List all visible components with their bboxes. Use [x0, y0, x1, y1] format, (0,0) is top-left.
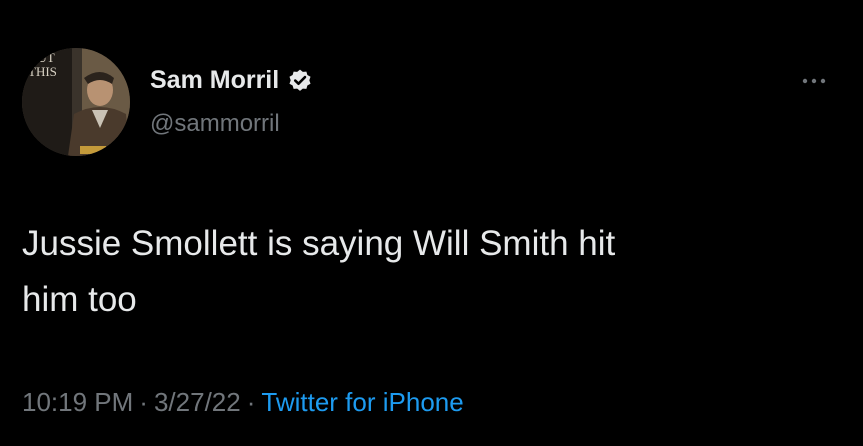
- author-avatar[interactable]: OUT THIS: [22, 48, 130, 156]
- more-options-icon[interactable]: [799, 72, 829, 90]
- tweet-time[interactable]: 10:19 PM: [22, 387, 133, 418]
- meta-separator: ·: [139, 387, 148, 417]
- tweet-meta: 10:19 PM · 3/27/22 · Twitter for iPhone: [22, 387, 464, 418]
- avatar-text-top: OUT: [28, 50, 55, 65]
- author-handle[interactable]: @sammorril: [150, 110, 280, 138]
- tweet-card: OUT THIS Sam Morril @sammorril Jussie Sm…: [0, 0, 863, 446]
- tweet-date[interactable]: 3/27/22: [154, 387, 241, 418]
- tweet-text: Jussie Smollett is saying Will Smith hit…: [22, 216, 822, 328]
- avatar-text-bottom: THIS: [28, 64, 57, 79]
- tweet-text-line-2: him too: [22, 280, 137, 319]
- author-display-name: Sam Morril: [150, 66, 280, 94]
- author-name-row[interactable]: Sam Morril: [150, 66, 313, 95]
- avatar-image: OUT THIS: [22, 48, 130, 156]
- verified-badge-icon: [287, 68, 313, 94]
- tweet-source-link[interactable]: Twitter for iPhone: [261, 387, 463, 418]
- tweet-text-line-1: Jussie Smollett is saying Will Smith hit: [22, 224, 616, 263]
- meta-separator: ·: [246, 387, 256, 417]
